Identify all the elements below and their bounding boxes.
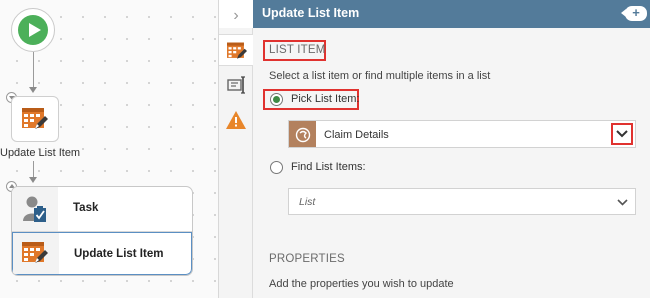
list-item-select-value: Claim Details [324,129,389,141]
task-action[interactable]: Task [12,187,192,232]
panel-tabs [219,28,254,298]
list-edit-icon [22,108,48,129]
list-node-label: Update List Item [0,147,81,159]
connector-line [33,161,34,178]
warning-icon [226,111,246,129]
tab-general[interactable] [219,34,254,66]
list-item-icon-cell [13,233,59,274]
task-label: Task [73,202,99,214]
workflow-canvas[interactable]: Update List Item Task Update List Item [0,0,218,298]
connector-arrow-icon [29,177,37,183]
insert-variable-button[interactable]: + [621,5,647,21]
user-task-icon [23,196,46,222]
list-item-node[interactable] [11,96,59,142]
panel-title: Update List Item [262,6,360,20]
configuration-panel: LIST ITEM Select a list item or find mul… [253,28,650,298]
source-icon-cell [289,121,316,147]
list-select-placeholder: List [299,196,316,208]
chevron-down-icon[interactable] [617,199,628,206]
play-icon [18,15,48,45]
tab-form-fields[interactable] [219,68,253,100]
connector-arrow-icon [29,87,37,93]
start-node[interactable] [11,8,55,52]
form-field-icon [227,76,245,94]
list-item-description: Select a list item or find multiple item… [269,70,491,82]
chevron-down-icon[interactable] [616,130,628,138]
pick-list-item-label: Pick List Item: [291,93,360,105]
connector-line [33,52,34,88]
tab-warnings[interactable] [219,104,253,136]
section-title-list-item: LIST ITEM [269,44,326,56]
update-list-item-label: Update List Item [74,248,164,260]
sharepoint-list-icon [295,127,311,143]
action-group[interactable]: Task Update List Item [11,186,193,276]
section-title-properties: PROPERTIES [269,253,345,265]
list-item-select[interactable]: Claim Details [288,120,636,148]
find-list-items-label: Find List Items: [291,161,366,173]
chevron-right-icon[interactable]: › [226,6,246,26]
find-list-items-radio[interactable] [270,161,283,174]
pick-list-item-radio[interactable] [270,93,283,106]
list-select[interactable]: List [288,188,636,215]
list-edit-icon [22,242,48,263]
update-list-item-action[interactable]: Update List Item [12,232,192,275]
properties-description: Add the properties you wish to update [269,278,454,290]
panel-header: Update List Item + [253,0,650,28]
plus-icon: + [632,5,640,20]
list-edit-icon [227,42,247,59]
task-icon-cell [12,187,58,231]
